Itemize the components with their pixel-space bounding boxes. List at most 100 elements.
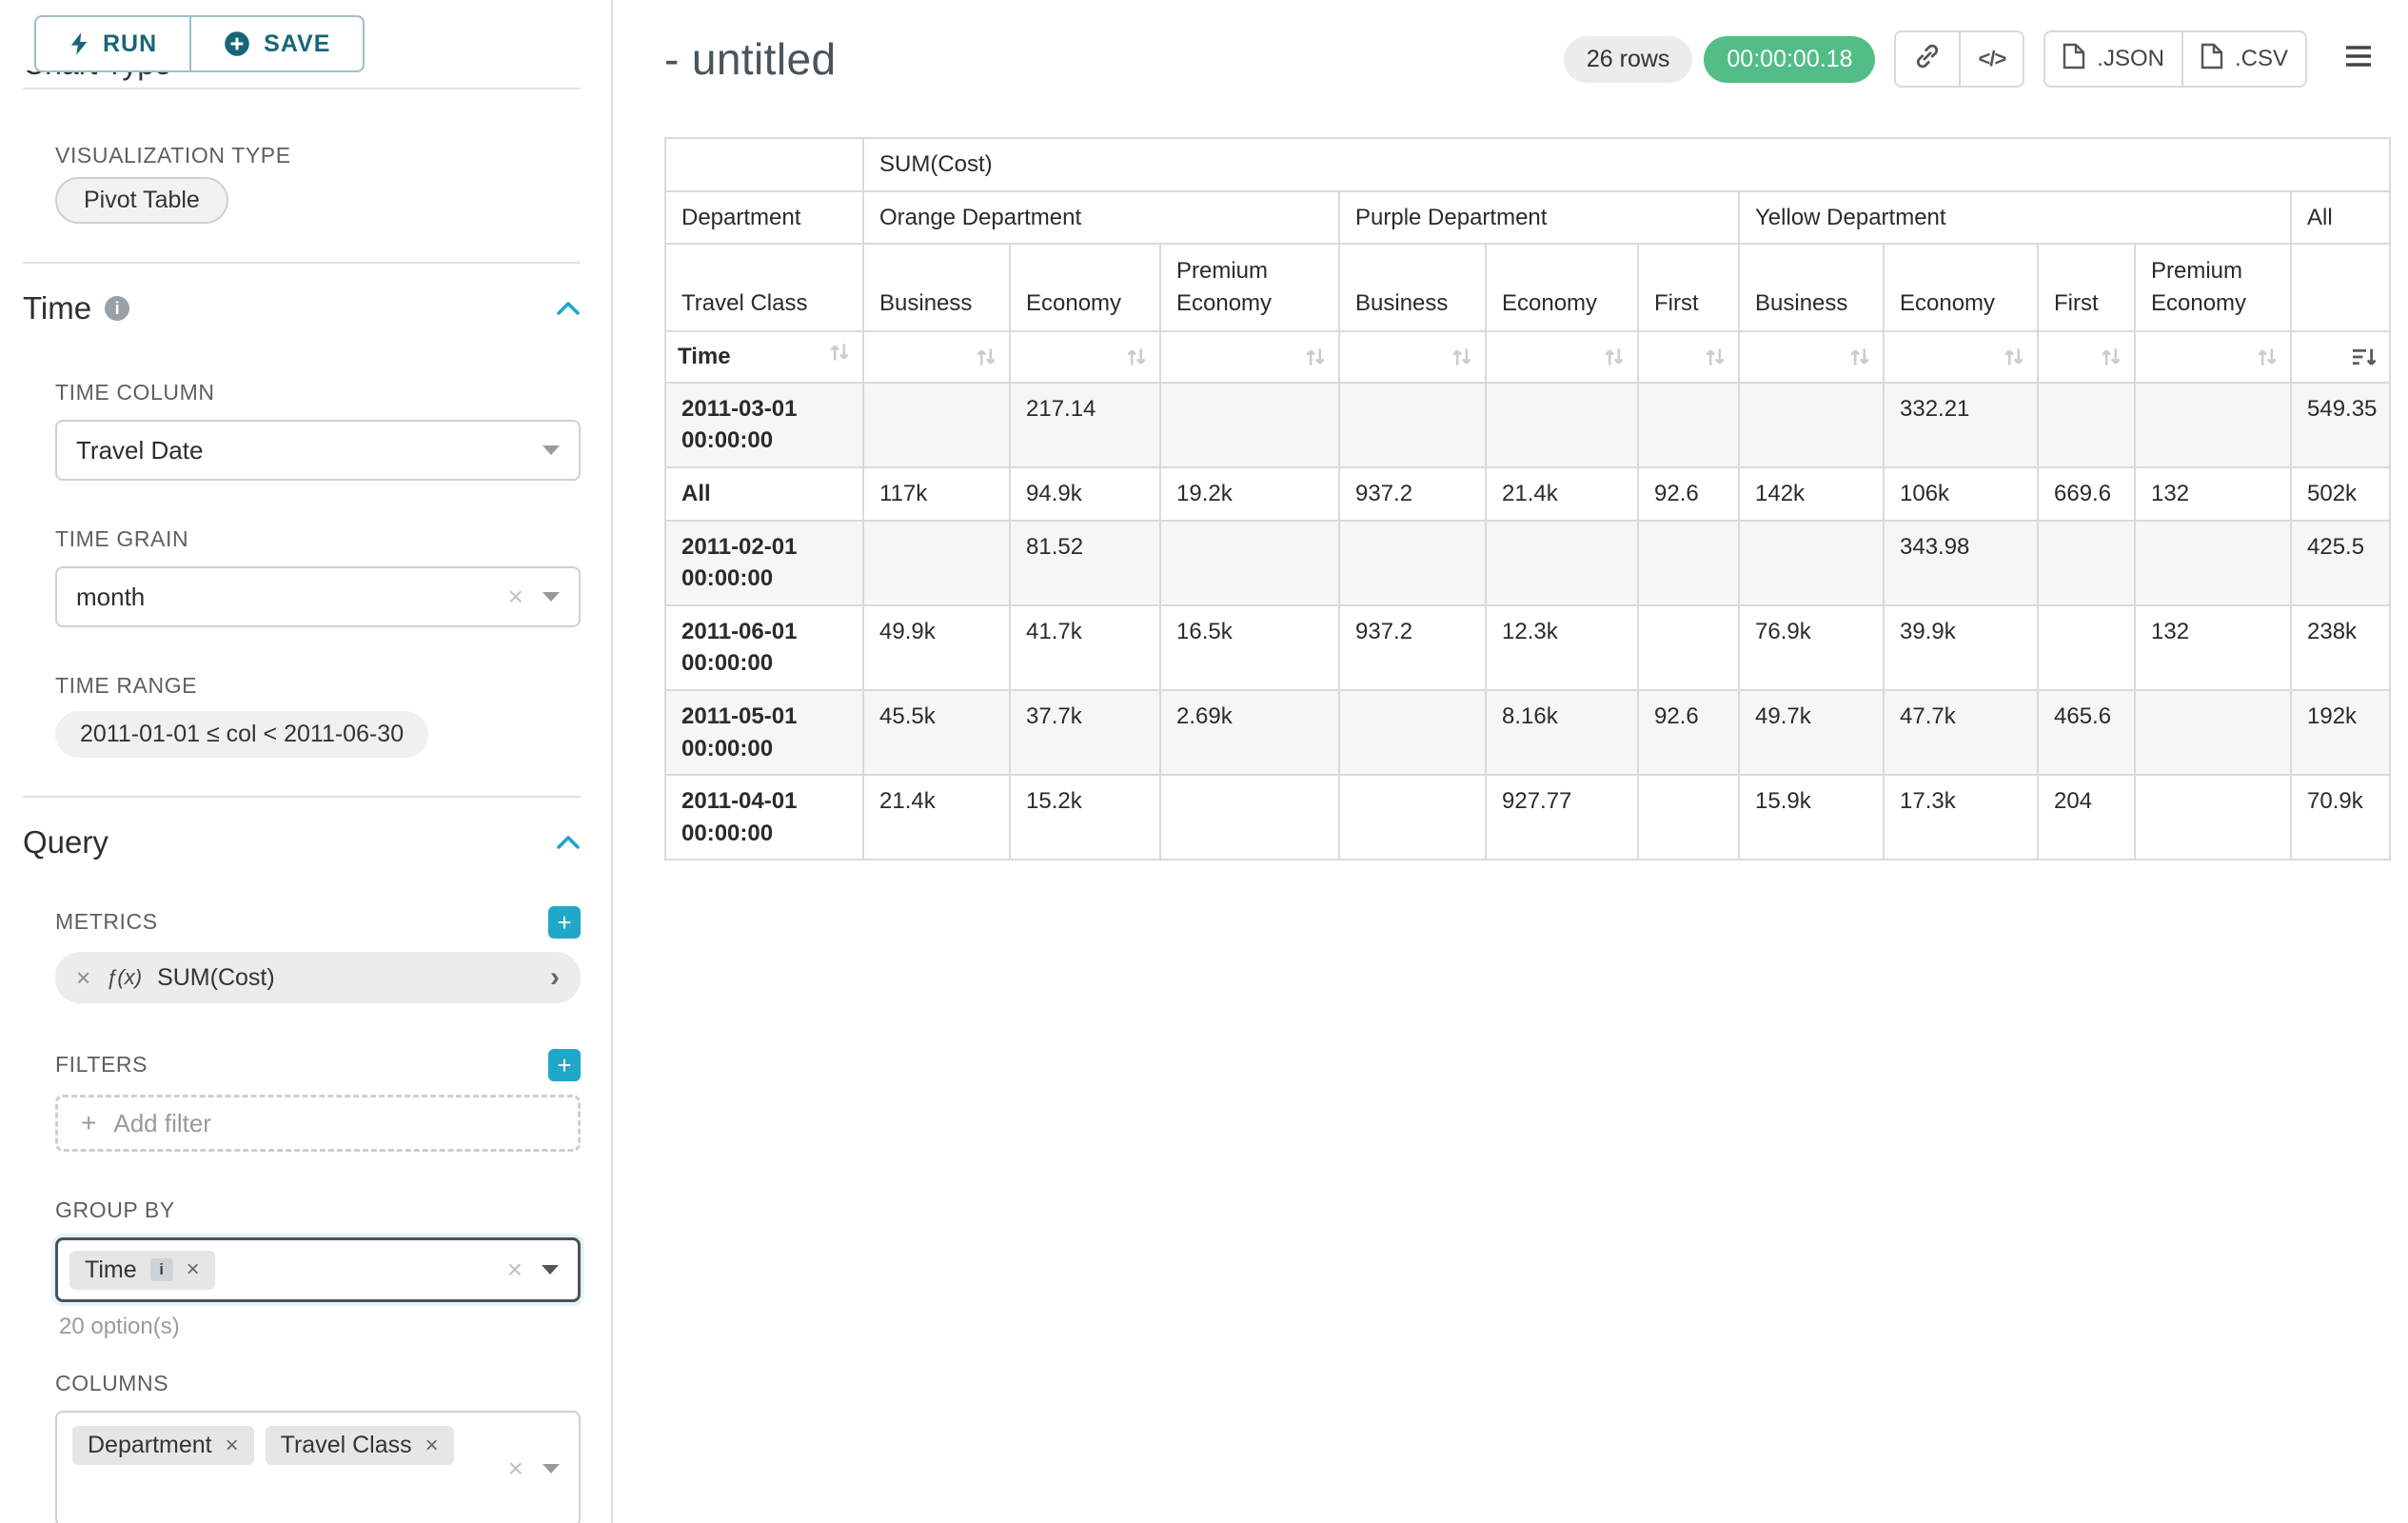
pivot-value-cell: 47.7k: [1884, 690, 2038, 775]
pivot-row-label: 2011-06-01 00:00:00: [665, 605, 863, 690]
pivot-sort-cell[interactable]: [1739, 331, 1884, 383]
run-button[interactable]: RUN: [34, 15, 189, 72]
columns-select[interactable]: Department × Travel Class × ×: [55, 1411, 581, 1523]
pivot-data-row: 2011-06-01 00:00:0049.9k41.7k16.5k937.21…: [665, 605, 2390, 690]
pivot-sort-cell[interactable]: [1010, 331, 1160, 383]
add-metric-button[interactable]: +: [548, 906, 581, 939]
sort-icon[interactable]: [1848, 343, 1871, 368]
metric-item[interactable]: × ƒ(x) SUM(Cost) ›: [55, 952, 581, 1003]
pivot-group-header: All: [2291, 191, 2390, 245]
pivot-value-cell: 16.5k: [1160, 605, 1339, 690]
group-by-select[interactable]: Time i × ×: [55, 1237, 581, 1302]
clear-icon[interactable]: ×: [508, 1455, 523, 1482]
add-filter-button[interactable]: + Add filter: [55, 1095, 581, 1152]
pivot-value-cell: [1160, 521, 1339, 605]
pivot-value-cell: 204: [2038, 775, 2135, 860]
pivot-travel-class-label: Travel Class: [665, 244, 863, 331]
pivot-sorted-column-cell[interactable]: [2291, 331, 2390, 383]
plus-icon: +: [557, 910, 571, 935]
link-icon: [1913, 42, 1942, 77]
add-filter-plus-button[interactable]: +: [548, 1049, 581, 1081]
pivot-sort-cell[interactable]: [863, 331, 1010, 383]
pivot-value-cell: [2038, 605, 2135, 690]
remove-metric-icon[interactable]: ×: [76, 963, 90, 993]
sort-icon[interactable]: [975, 343, 997, 368]
pivot-row-label: 2011-02-01 00:00:00: [665, 521, 863, 605]
sort-icon[interactable]: [828, 340, 851, 374]
tag-label: Department: [88, 1432, 212, 1459]
chevron-up-icon[interactable]: [556, 835, 581, 850]
pivot-table: SUM(Cost)DepartmentOrange DepartmentPurp…: [664, 137, 2391, 860]
sort-icon[interactable]: [1603, 343, 1626, 368]
chevron-up-icon[interactable]: [556, 301, 581, 316]
pivot-sort-cell[interactable]: [1339, 331, 1486, 383]
pivot-value-cell: [1486, 521, 1638, 605]
sort-icon[interactable]: [1451, 343, 1473, 368]
visualization-type-label: VISUALIZATION TYPE: [55, 143, 581, 169]
sort-icon[interactable]: [2003, 343, 2025, 368]
filters-label: FILTERS: [55, 1052, 148, 1078]
sort-icon[interactable]: [2256, 343, 2279, 368]
query-section-header[interactable]: Query: [23, 824, 581, 860]
pivot-value-cell: 132: [2135, 605, 2291, 690]
plus-icon: +: [81, 1108, 96, 1138]
download-json-button[interactable]: .JSON: [2043, 30, 2183, 88]
pivot-value-cell: 927.77: [1486, 775, 1638, 860]
save-button[interactable]: SAVE: [189, 15, 365, 72]
pivot-value-cell: [863, 383, 1010, 467]
row-count-badge: 26 rows: [1564, 36, 1693, 83]
json-button-label: .JSON: [2097, 46, 2164, 72]
pivot-subcolumn-header: Economy: [1486, 244, 1638, 331]
pivot-value-cell: [1339, 383, 1486, 467]
chart-title[interactable]: - untitled: [664, 33, 836, 85]
time-column-select[interactable]: Travel Date: [55, 420, 581, 481]
remove-tag-icon[interactable]: ×: [226, 1434, 239, 1457]
remove-tag-icon[interactable]: ×: [187, 1258, 200, 1281]
time-section-header[interactable]: Time i: [23, 290, 581, 326]
pivot-sort-row: Time: [665, 331, 2390, 383]
pivot-data-row: All117k94.9k19.2k937.221.4k92.6142k106k6…: [665, 467, 2390, 521]
sort-icon[interactable]: [1304, 343, 1327, 368]
run-label: RUN: [103, 30, 157, 58]
pivot-sort-cell[interactable]: [2135, 331, 2291, 383]
pivot-sort-cell[interactable]: [2038, 331, 2135, 383]
sort-icon[interactable]: [2100, 343, 2122, 368]
pivot-row-label: All: [665, 467, 863, 521]
pivot-sort-cell[interactable]: [1884, 331, 2038, 383]
visualization-type-value[interactable]: Pivot Table: [55, 177, 228, 224]
share-link-button[interactable]: [1894, 30, 1961, 88]
info-icon: i: [105, 296, 129, 321]
sort-icon[interactable]: [1125, 343, 1148, 368]
pivot-sort-cell[interactable]: [1160, 331, 1339, 383]
pivot-value-cell: 142k: [1739, 467, 1884, 521]
pivot-time-sort-cell[interactable]: Time: [665, 331, 863, 383]
plus-icon: +: [557, 1053, 571, 1078]
sort-icon[interactable]: [1704, 343, 1727, 368]
remove-tag-icon[interactable]: ×: [425, 1434, 439, 1457]
pivot-value-cell: [1638, 383, 1739, 467]
menu-button[interactable]: [2330, 30, 2387, 88]
caret-down-icon: [543, 1464, 560, 1474]
query-actions-bar: RUN SAVE: [0, 0, 611, 70]
pivot-value-cell: [1160, 383, 1339, 467]
clear-icon[interactable]: ×: [508, 583, 523, 610]
group-by-tag[interactable]: Time i ×: [69, 1251, 215, 1290]
pivot-subcolumn-header: Business: [1339, 244, 1486, 331]
caret-right-icon[interactable]: ›: [550, 961, 560, 994]
pivot-value-cell: 117k: [863, 467, 1010, 521]
pivot-value-cell: 45.5k: [863, 690, 1010, 775]
pivot-value-cell: 37.7k: [1010, 690, 1160, 775]
time-range-pill[interactable]: 2011-01-01 ≤ col < 2011-06-30: [55, 711, 428, 758]
columns-tag[interactable]: Travel Class ×: [266, 1426, 454, 1465]
pivot-sort-cell[interactable]: [1638, 331, 1739, 383]
pivot-metric-header: SUM(Cost): [863, 138, 2390, 191]
pivot-sort-cell[interactable]: [1486, 331, 1638, 383]
time-grain-select[interactable]: month ×: [55, 566, 581, 627]
sort-desc-icon[interactable]: [2351, 343, 2378, 368]
pivot-subcolumn-header: Economy: [1884, 244, 2038, 331]
download-csv-button[interactable]: .CSV: [2181, 30, 2307, 88]
pivot-value-cell: 8.16k: [1486, 690, 1638, 775]
clear-icon[interactable]: ×: [507, 1256, 523, 1283]
columns-tag[interactable]: Department ×: [72, 1426, 254, 1465]
embed-code-button[interactable]: </>: [1959, 30, 2024, 88]
